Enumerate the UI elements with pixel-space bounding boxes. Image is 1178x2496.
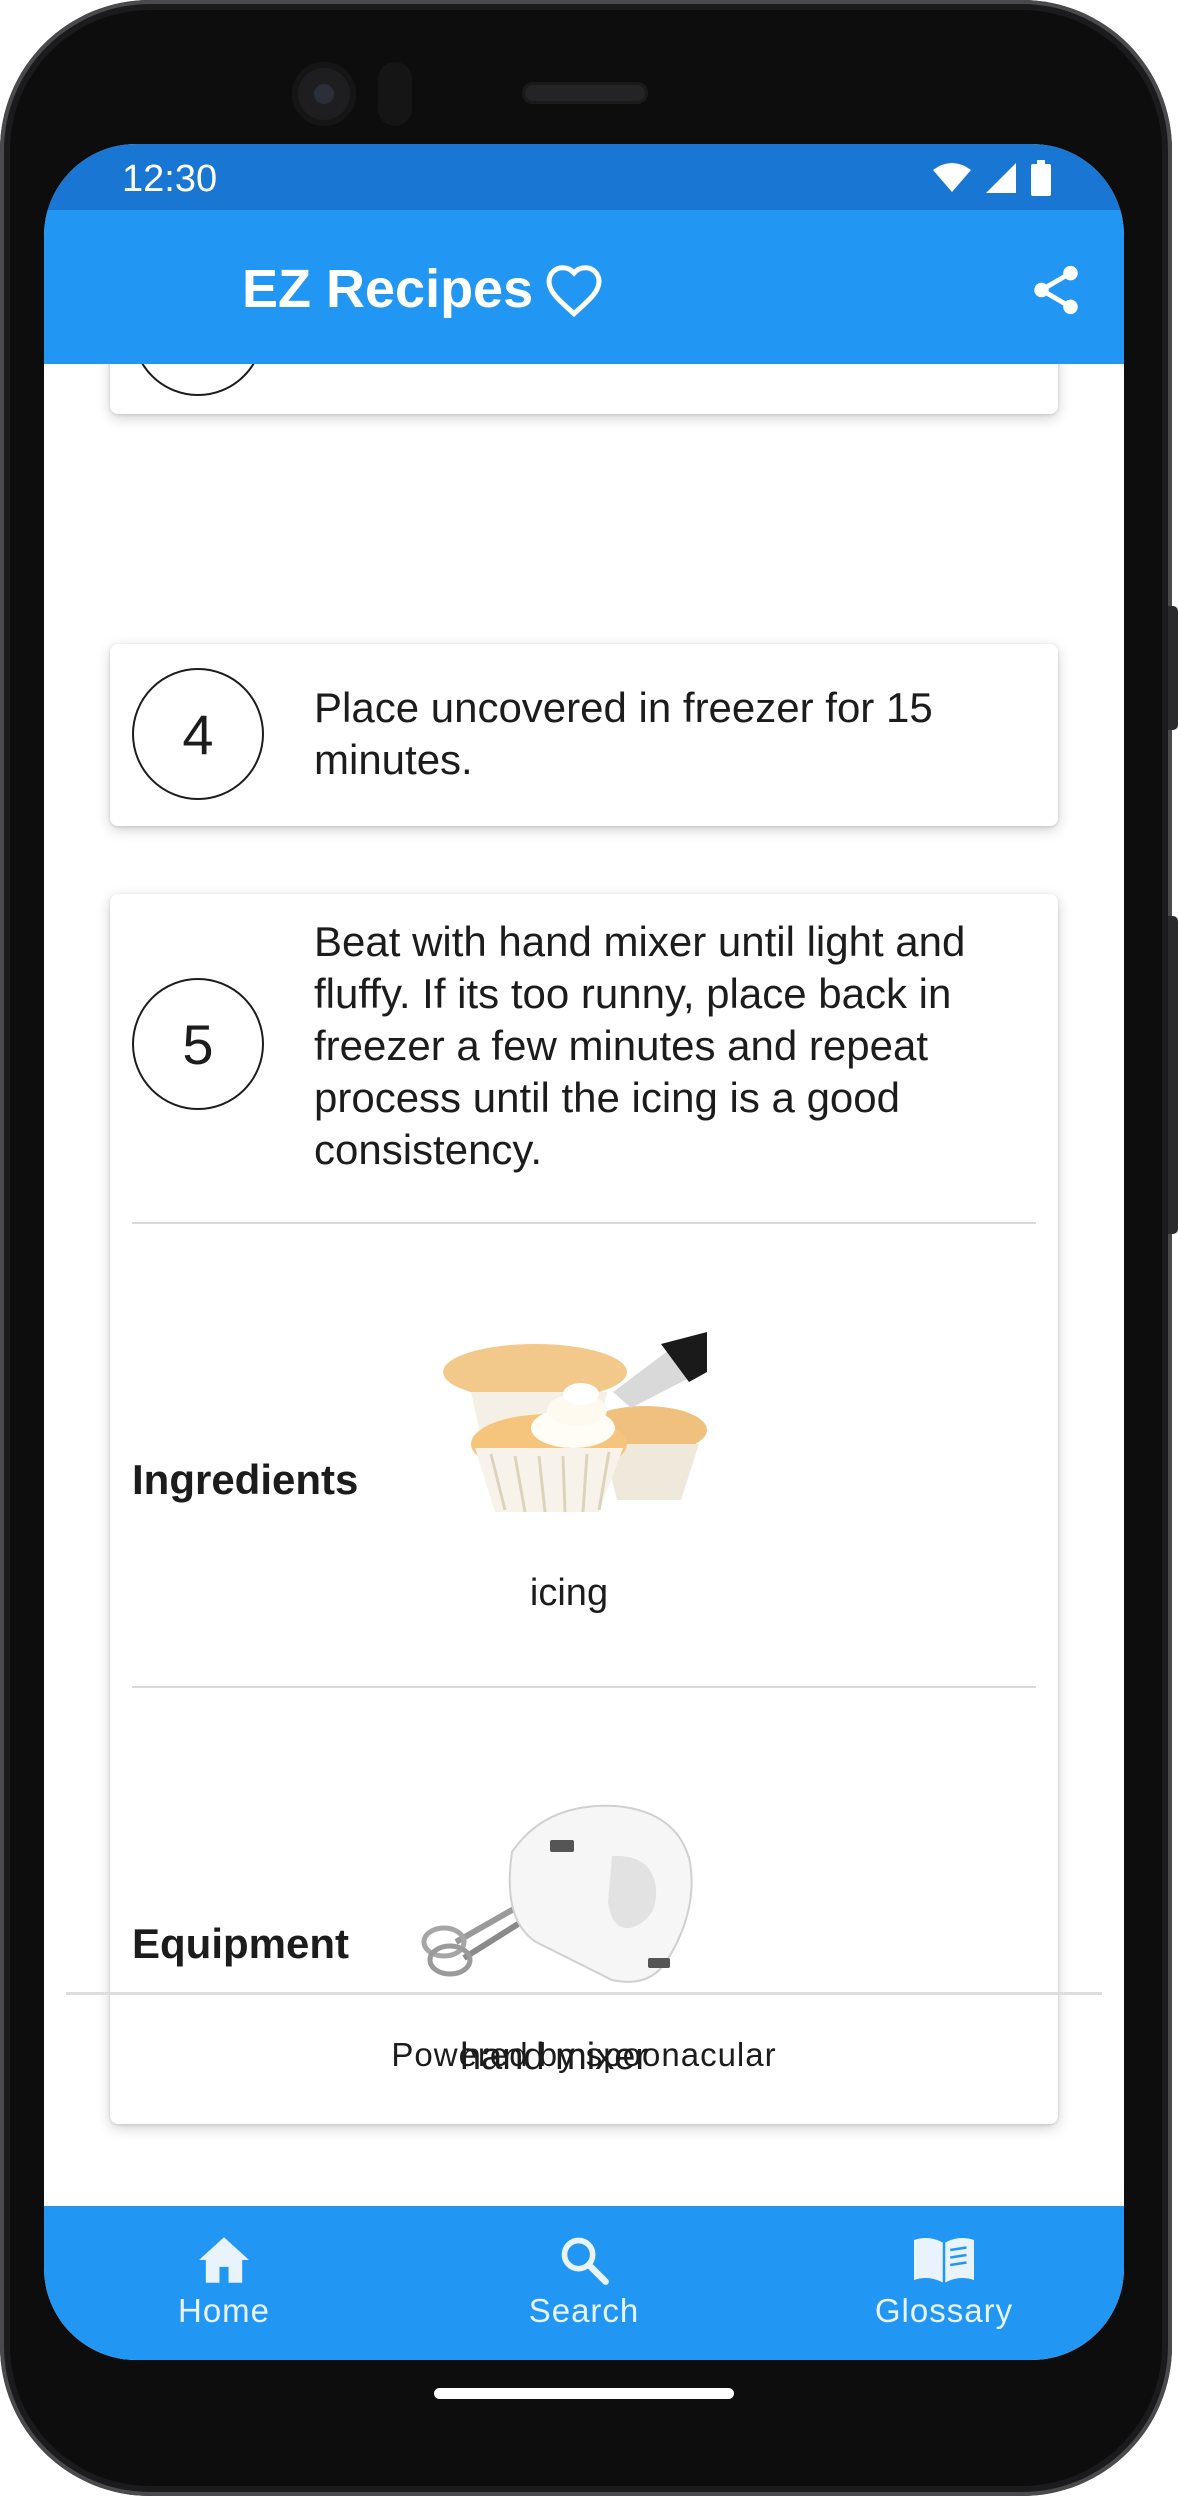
powered-by-text: Powered by spoonacular <box>391 2036 777 2073</box>
nav-label-glossary: Glossary <box>874 2292 1014 2329</box>
divider <box>132 1222 1036 1224</box>
icing-image <box>443 1332 707 1513</box>
book-icon <box>911 2232 977 2288</box>
side-button-lower <box>1168 916 1178 1234</box>
ingredient-caption: icing <box>529 1572 609 1614</box>
status-time: 12:30 <box>122 158 218 200</box>
step-instruction: Place uncovered in freezer for 15 minute… <box>314 684 933 783</box>
bottom-navigation: Home Search Glossary <box>44 2206 1124 2360</box>
step-instruction: Beat with hand mixer until light and flu… <box>314 918 966 1173</box>
battery-icon <box>1031 160 1051 196</box>
ingredients-label: Ingredients <box>132 1456 359 1503</box>
front-camera <box>292 62 356 126</box>
app-bar: EZ Recipes <box>44 210 1124 364</box>
wifi-icon <box>933 163 971 192</box>
step-card-partial <box>110 364 1058 414</box>
step-card-5: 5 Beat with hand mixer until light and f… <box>110 894 1058 2124</box>
nav-item-home[interactable]: Home <box>44 2206 404 2360</box>
nav-label-home: Home <box>177 2292 271 2329</box>
share-icon <box>1034 265 1078 315</box>
nav-label-search: Search <box>528 2292 640 2329</box>
equipment-label: Equipment <box>132 1920 349 1967</box>
home-icon <box>196 2232 252 2288</box>
app-title: EZ Recipes <box>242 259 534 319</box>
divider <box>132 1686 1036 1688</box>
favorite-button[interactable] <box>538 254 610 326</box>
nav-item-glossary[interactable]: Glossary <box>764 2206 1124 2360</box>
footer-divider <box>66 1992 1102 1995</box>
gesture-navigation-bar[interactable] <box>434 2388 734 2399</box>
proximity-sensor <box>378 62 412 126</box>
side-button-upper <box>1168 606 1178 730</box>
step-number-circle <box>132 364 264 396</box>
hand-mixer-image <box>421 1804 693 1983</box>
recipe-steps-list[interactable]: 4 Place uncovered in freezer for 15 minu… <box>44 364 1124 2208</box>
earpiece-speaker <box>522 82 648 104</box>
share-button[interactable] <box>1020 254 1092 326</box>
status-icons <box>932 160 1052 196</box>
cell-signal-icon <box>986 163 1016 193</box>
search-icon <box>558 2232 610 2288</box>
screen: 12:30 EZ Recipes 4 Place uncovered in fr… <box>44 144 1124 2360</box>
step-number-circle: 4 <box>132 668 264 800</box>
step-card-4: 4 Place uncovered in freezer for 15 minu… <box>110 644 1058 826</box>
nav-item-search[interactable]: Search <box>404 2206 764 2360</box>
step-number-circle: 5 <box>132 978 264 1110</box>
heart-outline-icon <box>546 265 602 318</box>
status-bar: 12:30 <box>44 144 1124 210</box>
